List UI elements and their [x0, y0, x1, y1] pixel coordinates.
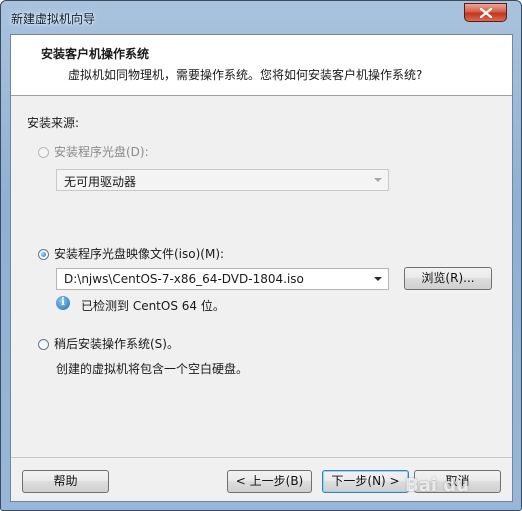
iso-radio-label: 安装程序光盘映像文件(iso)(M):: [54, 247, 225, 261]
footer-divider: [11, 457, 512, 458]
browse-button[interactable]: 浏览(R)...: [404, 267, 492, 290]
disc-radio-label: 安装程序光盘(D):: [54, 145, 149, 159]
iso-path-combo[interactable]: D:\njws\CentOS-7-x86_64-DVD-1804.iso: [56, 268, 389, 290]
disc-drive-value: 无可用驱动器: [64, 175, 137, 189]
detected-os-text: 已检测到 CentOS 64 位。: [81, 299, 225, 313]
wizard-body: 安装来源: 安装程序光盘(D): 无可用驱动器 安装程序光盘映像文件(iso)(…: [11, 97, 512, 457]
chevron-down-icon: [374, 277, 382, 281]
close-icon: [480, 8, 492, 18]
page-subtitle: 虚拟机如同物理机，需要操作系统。您将如何安装客户机操作系统?: [68, 68, 423, 82]
title-bar: 新建虚拟机向导: [1, 1, 521, 35]
help-button[interactable]: 帮助: [22, 470, 109, 493]
install-source-label: 安装来源:: [27, 116, 80, 130]
wizard-window: 新建虚拟机向导 安装客户机操作系统 虚拟机如同物理机，需要操作系统。您将如何安装…: [0, 0, 522, 511]
wizard-header: 安装客户机操作系统 虚拟机如同物理机，需要操作系统。您将如何安装客户机操作系统?: [11, 35, 512, 96]
disc-drive-select[interactable]: 无可用驱动器: [56, 169, 389, 191]
chevron-down-icon: [374, 178, 382, 182]
baidu-watermark: Bai du: [405, 475, 470, 496]
iso-path-value: D:\njws\CentOS-7-x86_64-DVD-1804.iso: [64, 272, 304, 286]
dialog-client: 安装客户机操作系统 虚拟机如同物理机，需要操作系统。您将如何安装客户机操作系统?…: [10, 34, 513, 502]
info-icon: i: [56, 296, 70, 310]
install-later-description: 创建的虚拟机将包含一个空白硬盘。: [56, 362, 249, 376]
next-button[interactable]: 下一步(N) >: [322, 470, 409, 493]
page-title: 安装客户机操作系统: [41, 47, 150, 61]
window-title: 新建虚拟机向导: [11, 12, 96, 26]
window-close-button[interactable]: [464, 3, 507, 22]
back-button[interactable]: < 上一步(B): [227, 470, 312, 493]
install-later-radio[interactable]: [38, 339, 49, 350]
iso-radio[interactable]: [38, 249, 49, 260]
install-later-label: 稍后安装操作系统(S)。: [54, 337, 179, 351]
disc-radio[interactable]: [38, 147, 49, 158]
